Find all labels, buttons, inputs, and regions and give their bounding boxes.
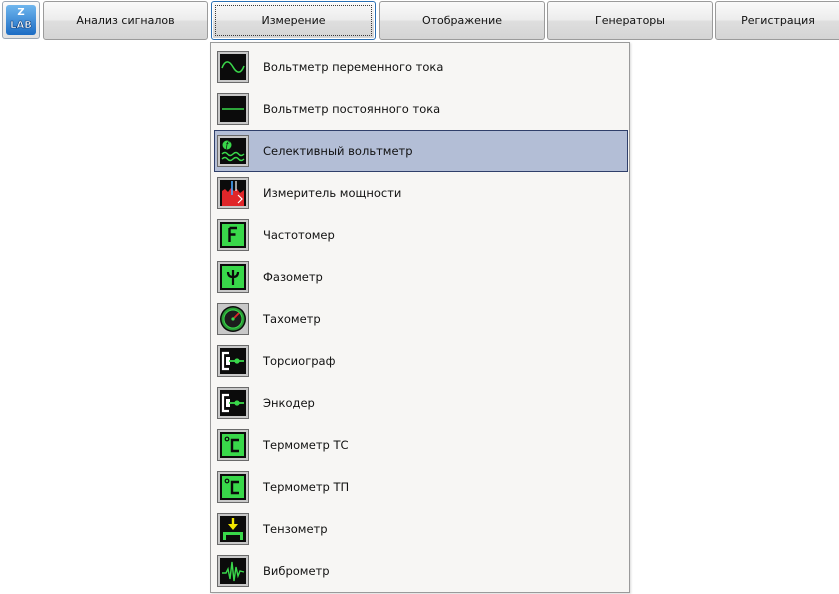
menu-item-thermometer-ts[interactable]: Термометр ТС [214, 424, 628, 466]
power-meter-icon [217, 177, 249, 209]
app-window: Z LAB Анализ сигналов Измерение Отображе… [0, 0, 839, 594]
menu-item-label: Торсиограф [263, 354, 336, 368]
toolbar-button-signal-analysis[interactable]: Анализ сигналов [43, 1, 208, 40]
menu-item-power-meter[interactable]: Измеритель мощности [214, 172, 628, 214]
frequency-meter-icon [217, 219, 249, 251]
menu-item-label: Тензометр [263, 522, 328, 536]
menu-item-selective-voltmeter[interactable]: f Селективный вольтметр [214, 130, 628, 172]
zlab-logo-icon[interactable]: Z LAB [2, 1, 40, 39]
menu-item-label: Виброметр [263, 564, 330, 578]
encoder-icon [217, 387, 249, 419]
selective-voltmeter-icon: f [217, 135, 249, 167]
menu-item-encoder[interactable]: Энкодер [214, 382, 628, 424]
torsiograph-icon [217, 345, 249, 377]
toolbar-button-label: Анализ сигналов [76, 14, 175, 27]
menu-item-frequency-meter[interactable]: Частотомер [214, 214, 628, 256]
toolbar-button-label: Измерение [261, 14, 326, 27]
logo-letter: Z [17, 7, 24, 18]
menu-item-label: Тахометр [263, 312, 321, 326]
menu-item-label: Вольтметр переменного тока [263, 60, 444, 74]
menu-item-dc-voltmeter[interactable]: Вольтметр постоянного тока [214, 88, 628, 130]
menu-item-ac-voltmeter[interactable]: Вольтметр переменного тока [214, 46, 628, 88]
menu-item-vibrometer[interactable]: Виброметр [214, 550, 628, 592]
ac-voltmeter-icon [217, 51, 249, 83]
measurement-dropdown-menu: Вольтметр переменного тока Вольтметр пос… [210, 42, 630, 593]
toolbar-button-label: Регистрация [741, 14, 815, 27]
menu-item-thermometer-tp[interactable]: Термометр ТП [214, 466, 628, 508]
toolbar-button-label: Генераторы [595, 14, 665, 27]
menu-item-tachometer[interactable]: Тахометр [214, 298, 628, 340]
menu-item-label: Частотомер [263, 228, 335, 242]
phase-meter-icon [217, 261, 249, 293]
thermometer-tp-icon [217, 471, 249, 503]
menu-item-label: Селективный вольтметр [263, 144, 413, 158]
menu-item-label: Измеритель мощности [263, 186, 402, 200]
toolbar-button-generators[interactable]: Генераторы [547, 1, 713, 40]
toolbar-button-display[interactable]: Отображение [379, 1, 545, 40]
strain-gauge-icon [217, 513, 249, 545]
menu-item-label: Термометр ТП [263, 480, 350, 494]
toolbar-button-registration[interactable]: Регистрация [715, 1, 839, 40]
toolbar-button-measurement[interactable]: Измерение [211, 1, 376, 40]
menu-item-label: Термометр ТС [263, 438, 349, 452]
menu-item-label: Фазометр [263, 270, 323, 284]
menu-item-strain-gauge[interactable]: Тензометр [214, 508, 628, 550]
menu-item-phase-meter[interactable]: Фазометр [214, 256, 628, 298]
menu-item-label: Энкодер [263, 396, 315, 410]
vibrometer-icon [217, 555, 249, 587]
toolbar-button-label: Отображение [421, 14, 503, 27]
dc-voltmeter-icon [217, 93, 249, 125]
tachometer-icon [217, 303, 249, 335]
menu-item-label: Вольтметр постоянного тока [263, 102, 441, 116]
logo-text: LAB [10, 20, 32, 31]
thermometer-ts-icon [217, 429, 249, 461]
menu-item-torsiograph[interactable]: Торсиограф [214, 340, 628, 382]
